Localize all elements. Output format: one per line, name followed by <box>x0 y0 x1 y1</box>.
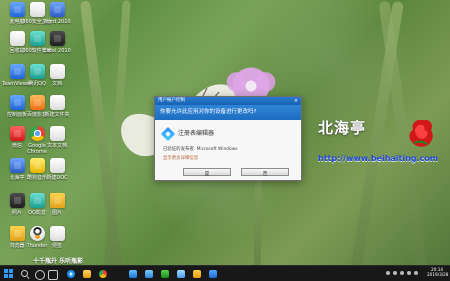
word-icon <box>49 2 65 17</box>
start-button[interactable] <box>4 269 14 279</box>
excel-icon <box>49 31 65 46</box>
taskbar-clock[interactable]: 20:14 2019/3/28 <box>427 267 449 277</box>
taskbar: 20:14 2019/3/28 <box>0 265 450 281</box>
app-name: 注册表编辑器 <box>178 130 215 137</box>
desktop-icon-grid: 此电脑 360安全卫士 Word 2010 回收站 360软件管家 Excel … <box>0 0 80 265</box>
details-link[interactable]: 显示更多详细信息 <box>163 155 198 161</box>
store-icon[interactable] <box>129 270 137 278</box>
no-button[interactable]: 否 <box>241 168 289 176</box>
desktop-icon-label: 文本文档 <box>46 143 67 149</box>
task-view-icon[interactable] <box>48 270 58 280</box>
yes-button[interactable]: 是 <box>183 168 231 176</box>
document-icon <box>49 158 65 173</box>
chrome-icon[interactable] <box>99 270 107 278</box>
tray-icon[interactable] <box>407 271 411 275</box>
rose-logo-icon <box>409 119 433 147</box>
desktop-icon-label: 文档 <box>51 81 62 87</box>
desktop-icon-new-folder[interactable]: 新建文件夹 <box>40 95 74 118</box>
text-file-icon <box>49 126 65 141</box>
system-tray <box>386 269 426 279</box>
desktop-icon-label: 新建DOC <box>46 175 68 181</box>
folder-icon[interactable] <box>193 270 201 278</box>
note-icon <box>49 226 65 241</box>
dialog-body: 注册表编辑器 已验证的发布者: Microsoft Windows 显示更多详细… <box>155 120 301 180</box>
publisher-text: 已验证的发布者: Microsoft Windows <box>163 147 238 152</box>
clock-date: 2019/3/28 <box>427 272 449 277</box>
file-icon <box>49 95 65 110</box>
desktop-icon-new-doc[interactable]: 新建DOC <box>40 158 74 181</box>
watermark-title: 北海亭 <box>318 119 367 137</box>
search-icon[interactable] <box>21 270 28 277</box>
settings-icon[interactable] <box>177 270 185 278</box>
media-icon[interactable] <box>161 270 169 278</box>
mail-icon[interactable] <box>145 270 153 278</box>
internet-explorer-icon[interactable] <box>67 270 75 278</box>
tray-icon[interactable] <box>386 271 390 275</box>
desktop-icon-pictures[interactable]: 图片 <box>40 193 74 216</box>
close-icon[interactable]: × <box>293 97 299 105</box>
desktop-icon-label: 新建文件夹 <box>44 112 70 118</box>
desktop-icon-label: Word 2010 <box>43 19 71 25</box>
desktop-icon-excel[interactable]: Excel 2010 <box>40 31 74 54</box>
folder-icon <box>49 193 65 208</box>
desktop-bottom-links: 十千瓶升 乐听瓶影 <box>33 258 84 265</box>
tray-icon[interactable] <box>400 271 404 275</box>
dialog-titlebar: 用户帐户控制 × <box>155 97 301 105</box>
watermark-url: http://www.beihaiting.com <box>318 154 439 163</box>
file-explorer-icon[interactable] <box>83 270 91 278</box>
desktop-icon-label: Excel 2010 <box>43 48 71 54</box>
desktop-icon-word[interactable]: Word 2010 <box>40 2 74 25</box>
tray-icon[interactable] <box>414 271 418 275</box>
desktop-icon-notes[interactable]: 便签 <box>40 226 74 249</box>
tray-icon[interactable] <box>393 271 397 275</box>
uac-dialog: 用户帐户控制 × 你要允许此应用对你的设备进行更改吗? 注册表编辑器 已验证的发… <box>154 96 302 181</box>
desktop-icon-text-document[interactable]: 文本文档 <box>40 126 74 149</box>
dialog-title: 用户帐户控制 <box>158 98 185 103</box>
browser-icon[interactable] <box>209 270 217 278</box>
registry-editor-icon <box>160 126 176 142</box>
desktop-icon-document[interactable]: 文档 <box>40 64 74 87</box>
desktop-icon-label: 图片 <box>51 210 62 216</box>
dialog-question: 你要允许此应用对你的设备进行更改吗? <box>155 105 301 120</box>
cortana-icon[interactable] <box>35 270 45 280</box>
desktop-icon-label: 便签 <box>51 243 62 249</box>
site-watermark: 北海亭 http://www.beihaiting.com <box>318 117 444 169</box>
document-icon <box>49 64 65 79</box>
